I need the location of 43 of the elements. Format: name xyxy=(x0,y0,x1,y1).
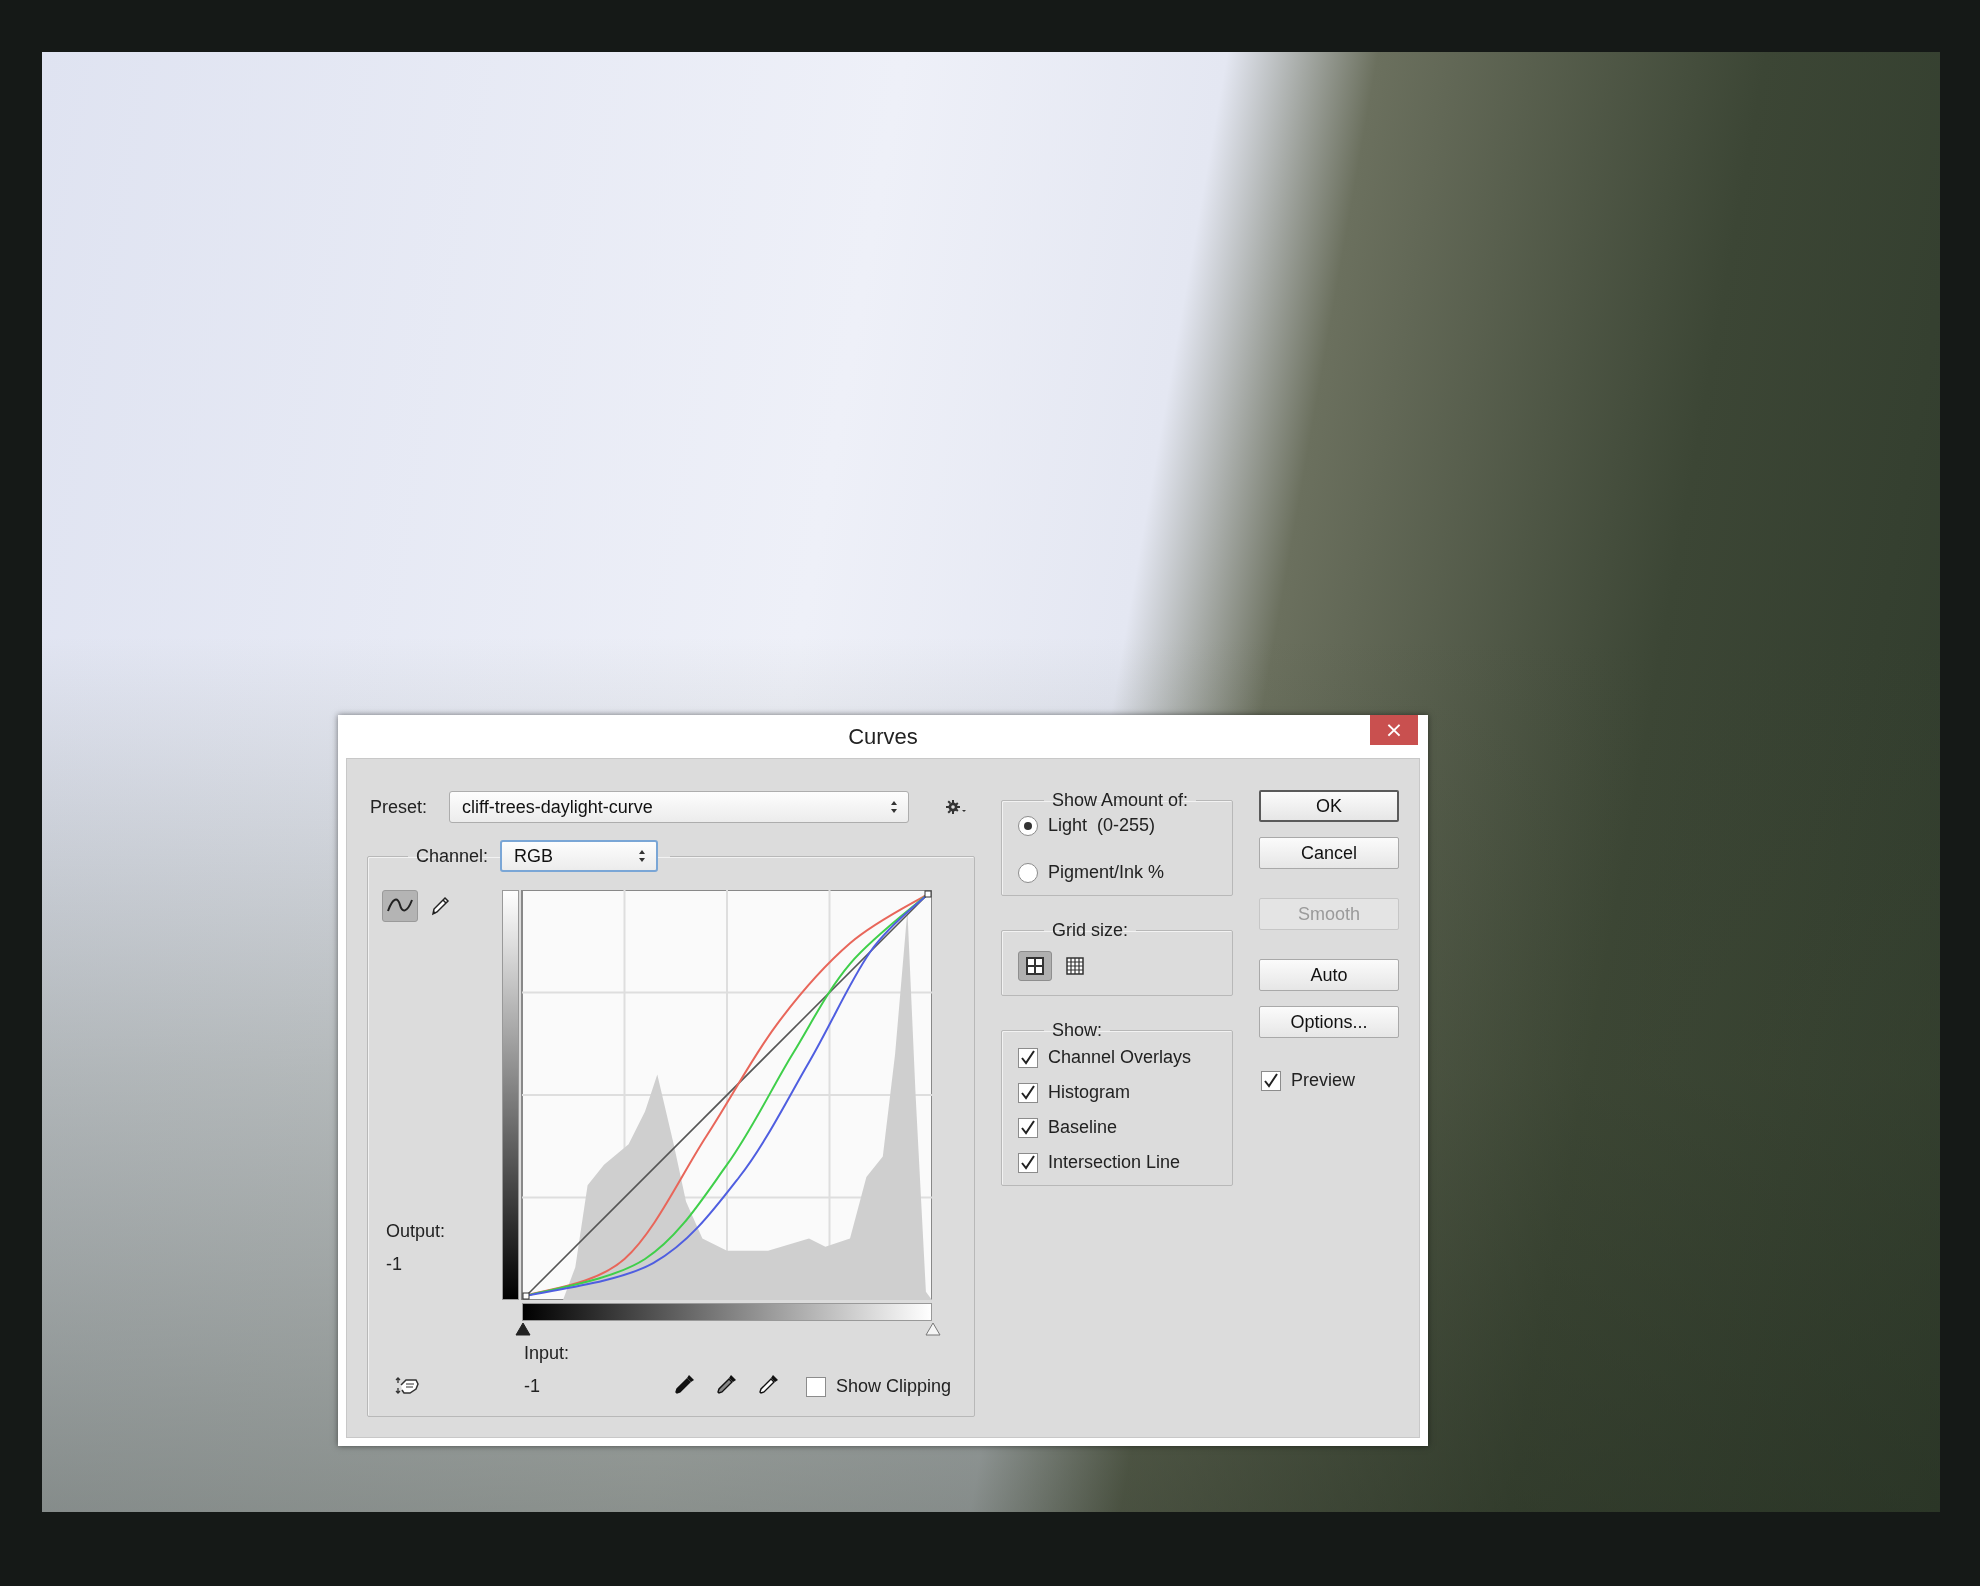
input-value: -1 xyxy=(524,1376,541,1397)
dialog-button[interactable]: Auto xyxy=(1259,959,1399,991)
dialog-button[interactable]: OK xyxy=(1259,790,1399,822)
group-title: Show Amount of: xyxy=(1051,790,1190,811)
checkbox[interactable] xyxy=(1018,1117,1038,1138)
eyedropper-icon[interactable] xyxy=(758,1373,780,1395)
eyedropper-icon[interactable] xyxy=(716,1373,738,1395)
output-label: Output: xyxy=(386,1221,447,1242)
preset-dropdown[interactable]: cliff-trees-daylight-curve xyxy=(449,791,909,823)
option-label: Channel Overlays xyxy=(1048,1047,1192,1068)
radio-button[interactable] xyxy=(1018,815,1038,836)
settings-icon[interactable] xyxy=(946,799,968,815)
curve-tool-icon[interactable] xyxy=(382,890,418,922)
close-button[interactable]: × xyxy=(1370,715,1418,745)
grid-icon[interactable] xyxy=(1018,951,1052,981)
option-label: Histogram xyxy=(1048,1082,1131,1103)
radio-button[interactable] xyxy=(1018,862,1038,883)
checkbox[interactable] xyxy=(1018,1047,1038,1068)
preview-label: Preview xyxy=(1291,1070,1356,1091)
option-label: Baseline xyxy=(1048,1117,1118,1138)
checkbox[interactable] xyxy=(1018,1082,1038,1103)
window-title: Curves xyxy=(848,723,918,750)
checkbox[interactable] xyxy=(1018,1152,1038,1173)
group-title: Grid size: xyxy=(1051,920,1130,941)
option-label: Pigment/Ink % xyxy=(1048,862,1165,883)
channel-label: Channel: xyxy=(416,845,489,867)
output-value: -1 xyxy=(386,1254,403,1275)
input-label: Input: xyxy=(524,1343,571,1364)
slider-handle[interactable] xyxy=(925,1322,941,1336)
checkbox[interactable] xyxy=(1261,1070,1281,1091)
checkbox[interactable] xyxy=(806,1376,826,1397)
eyedropper-icon[interactable] xyxy=(674,1373,696,1395)
dialog-button[interactable]: Options... xyxy=(1259,1006,1399,1038)
group-title: Show: xyxy=(1051,1020,1104,1041)
option-label: Light (0-255) xyxy=(1048,815,1156,836)
slider-handle[interactable] xyxy=(515,1322,531,1336)
show-clipping-label: Show Clipping xyxy=(836,1376,952,1397)
preset-label: Preset: xyxy=(370,796,429,818)
option-label: Intersection Line xyxy=(1048,1152,1181,1173)
updown-arrows-icon xyxy=(890,800,898,814)
updown-arrows-icon xyxy=(638,849,647,863)
dialog-button[interactable]: Cancel xyxy=(1259,837,1399,869)
channel-dropdown[interactable]: RGB xyxy=(500,840,659,872)
